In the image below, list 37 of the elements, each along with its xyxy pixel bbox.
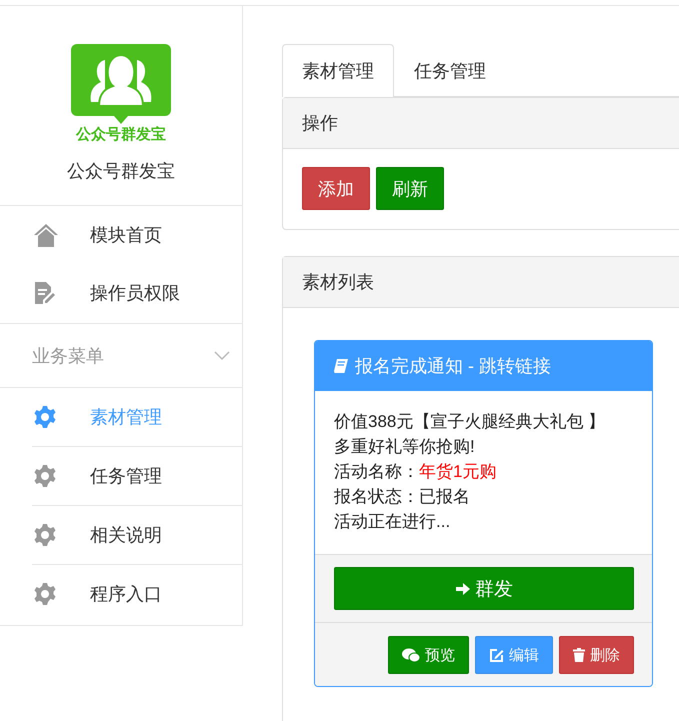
card-action-button[interactable]: 删除 <box>559 636 634 674</box>
panel-title: 素材列表 <box>302 271 374 294</box>
card-field: 报名状态：已报名 <box>334 484 633 509</box>
gear-icon <box>33 582 57 606</box>
gear-icon <box>33 523 57 547</box>
action-button[interactable]: 刷新 <box>376 167 444 210</box>
arrow-right-icon <box>455 580 471 596</box>
chevron-icon <box>214 350 230 360</box>
panel-title: 操作 <box>302 112 338 135</box>
app-logo: 公众号群发宝 <box>71 44 171 144</box>
card-action-button[interactable]: 编辑 <box>475 636 553 674</box>
menu-item[interactable]: 素材管理 <box>0 388 242 446</box>
card-text: 价值388元【宣子火腿经典大礼包 】 <box>334 411 606 433</box>
card-action-button[interactable]: 预览 <box>388 636 469 674</box>
menu-item[interactable]: 相关说明 <box>32 505 242 564</box>
app-title: 公众号群发宝 <box>67 160 175 183</box>
home-icon <box>33 223 59 247</box>
menu-item[interactable]: 操作员权限 <box>0 264 242 322</box>
card-text: 多重好礼等你抢购! <box>334 436 476 458</box>
menu-item[interactable]: 模块首页 <box>0 206 242 264</box>
gear-icon <box>33 405 57 429</box>
menu-group-header[interactable]: 业务菜单 <box>0 323 242 388</box>
send-button[interactable]: 群发 <box>334 567 634 610</box>
document-edit-icon <box>33 281 57 305</box>
tab[interactable]: 素材管理 <box>282 44 394 97</box>
card-field: 活动名称：年货1元购 <box>334 459 633 484</box>
book-icon <box>333 358 349 374</box>
menu-item[interactable]: 任务管理 <box>32 446 242 505</box>
card-title: 报名完成通知 - 跳转链接 <box>355 355 551 378</box>
menu-item[interactable]: 程序入口 <box>32 564 242 623</box>
action-button[interactable]: 添加 <box>302 167 370 210</box>
tab[interactable]: 任务管理 <box>394 44 506 97</box>
gear-icon <box>33 464 57 488</box>
edit-icon <box>489 648 504 662</box>
card-text: 活动正在进行... <box>334 511 452 533</box>
chat-icon <box>402 648 420 662</box>
trash-icon <box>573 648 585 662</box>
